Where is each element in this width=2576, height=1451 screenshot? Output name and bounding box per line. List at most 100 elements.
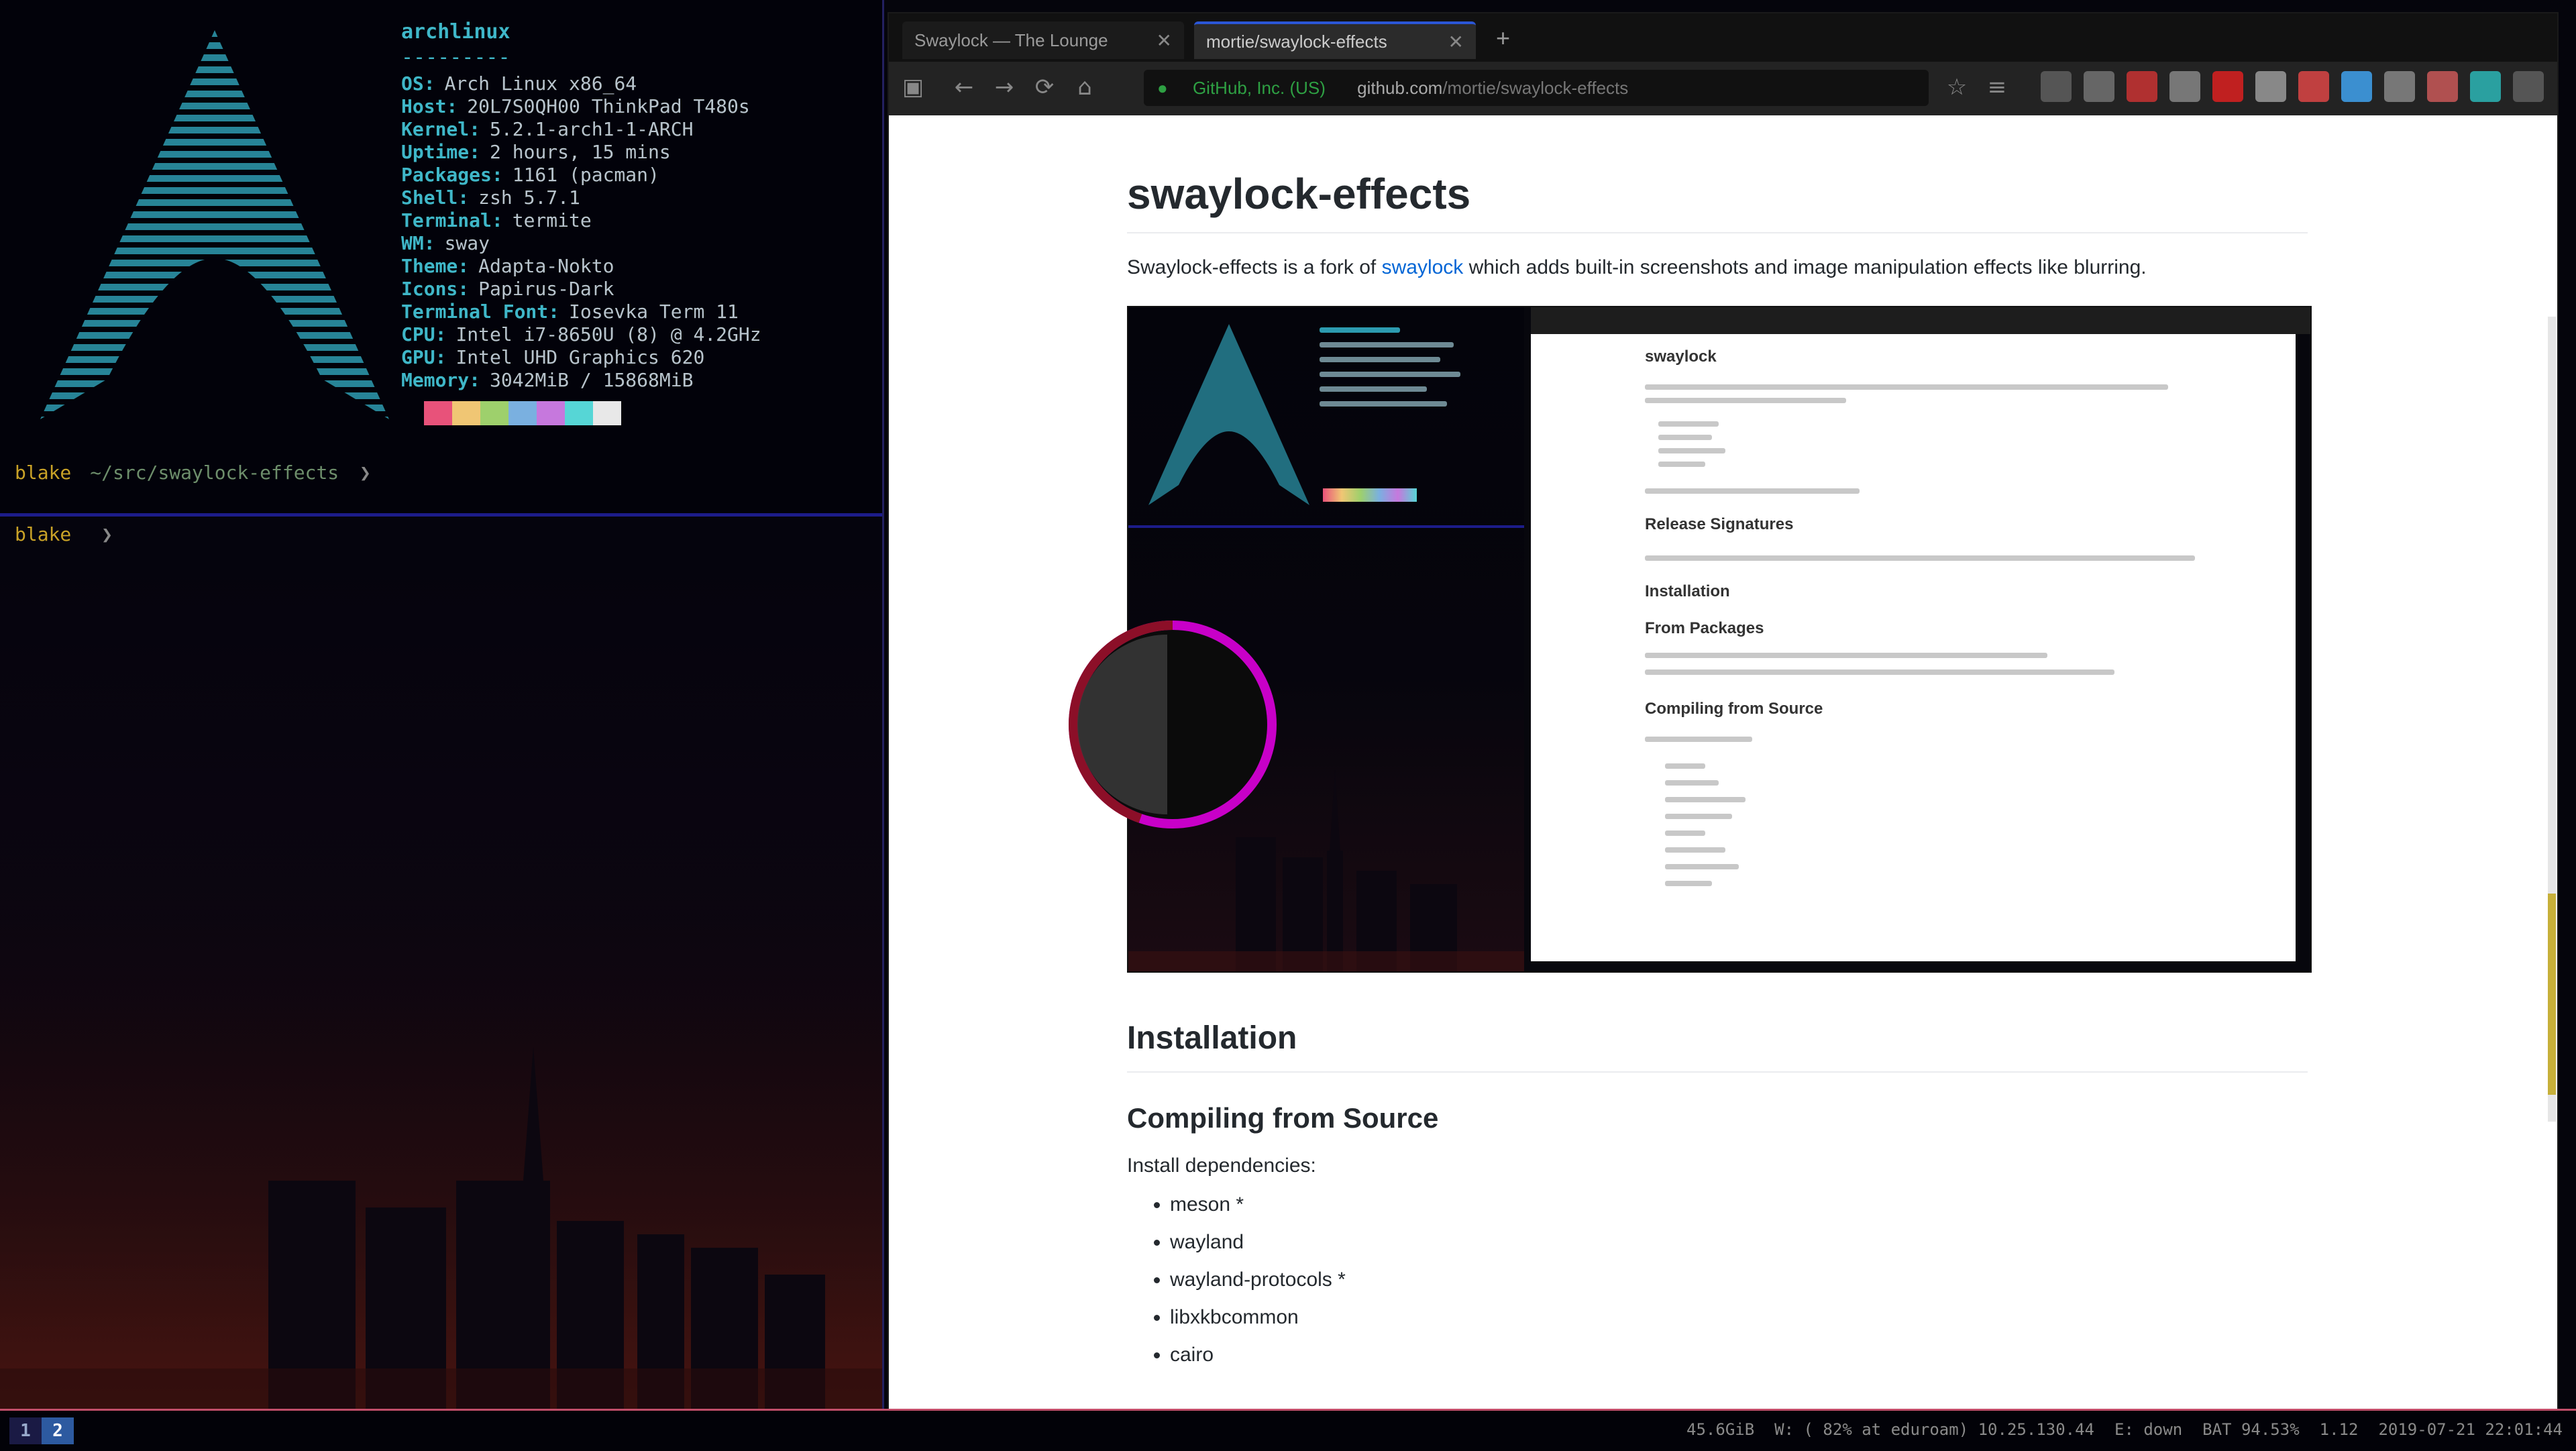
extension-icon[interactable] — [2255, 71, 2286, 102]
scrollbar-thumb[interactable] — [2548, 894, 2556, 1095]
back-arrow-icon[interactable]: ← — [949, 72, 979, 102]
intro-paragraph: Swaylock-effects is a fork of swaylock w… — [1127, 256, 2308, 279]
section-heading-compiling: Compiling from Source — [1127, 1102, 1439, 1134]
extension-icon[interactable] — [2212, 71, 2243, 102]
bookmark-star-icon[interactable]: ☆ — [1942, 72, 1972, 102]
extension-icon[interactable] — [2127, 71, 2157, 102]
tab-swaylock-the-lounge[interactable]: Swaylock — The Lounge ✕ — [902, 21, 1184, 59]
extension-icon[interactable] — [2470, 71, 2501, 102]
palette-swatch — [424, 401, 452, 425]
arch-linux-logo-icon — [40, 30, 389, 419]
reader-view-icon[interactable]: ≡ — [1982, 72, 2012, 102]
extension-icon[interactable] — [2341, 71, 2372, 102]
neofetch-info-line: Terminal: termite — [401, 209, 592, 231]
extension-icon[interactable] — [2298, 71, 2329, 102]
tab-title: mortie/swaylock-effects — [1206, 31, 1387, 52]
forward-arrow-icon[interactable]: → — [989, 72, 1019, 102]
terminal-prompt-line[interactable]: blake ❯ — [15, 523, 113, 545]
screenshot-palette — [1323, 488, 1417, 502]
url-domain: github.com — [1357, 78, 1443, 98]
neofetch-value: 1161 (pacman) — [512, 164, 659, 186]
city-skyline-wallpaper — [0, 805, 882, 1409]
neofetch-info-line: Packages: 1161 (pacman) — [401, 164, 659, 186]
terminal-window[interactable]: archlinux --------- OS: Arch Linux x86_64… — [0, 0, 884, 1409]
neofetch-value: zsh 5.7.1 — [478, 186, 580, 209]
neofetch-separator: --------- — [401, 46, 511, 69]
palette-swatch — [480, 401, 508, 425]
workspace-button[interactable]: 2 — [42, 1417, 74, 1444]
extension-icon[interactable] — [2384, 71, 2415, 102]
neofetch-hostname: archlinux — [401, 20, 511, 44]
extension-icon[interactable] — [2169, 71, 2200, 102]
neofetch-info-line: Theme: Adapta-Nokto — [401, 255, 614, 277]
workspace-switcher: 12 — [9, 1417, 74, 1444]
neofetch-info-line: Terminal Font: Iosevka Term 11 — [401, 301, 739, 323]
screenshot-heading: From Packages — [1645, 619, 1764, 637]
neofetch-key: CPU: — [401, 323, 447, 345]
neofetch-key: Terminal: — [401, 209, 503, 231]
intro-text: which adds built-in screenshots and imag… — [1463, 256, 2147, 278]
neofetch-value: Intel i7-8650U (8) @ 4.2GHz — [455, 323, 761, 345]
dependency-item: libxkbcommon — [1170, 1306, 2308, 1329]
dependency-item: wayland-protocols * — [1170, 1269, 2308, 1291]
prompt-path: ~/src/swaylock-effects — [90, 462, 339, 484]
neofetch-key: Terminal Font: — [401, 301, 560, 323]
neofetch-value: 3042MiB / 15868MiB — [490, 369, 694, 391]
extension-icon[interactable] — [2513, 71, 2544, 102]
neofetch-info-line: Uptime: 2 hours, 15 mins — [401, 141, 671, 163]
neofetch-key: WM: — [401, 232, 435, 254]
neofetch-key: Shell: — [401, 186, 470, 209]
extension-icon[interactable] — [2427, 71, 2458, 102]
neofetch-value: Arch Linux x86_64 — [444, 72, 637, 95]
neofetch-info-line: OS: Arch Linux x86_64 — [401, 72, 637, 95]
terminal-prompt-line: blake ~/src/swaylock-effects ❯ — [15, 462, 371, 484]
screenshot-heading: Installation — [1645, 582, 1730, 600]
neofetch-key: Packages: — [401, 164, 503, 186]
neofetch-key: OS: — [401, 72, 435, 95]
screenshot-heading: swaylock — [1645, 347, 1717, 366]
neofetch-info-line: WM: sway — [401, 232, 490, 254]
neofetch-value: 2 hours, 15 mins — [490, 141, 671, 163]
neofetch-info-line: CPU: Intel i7-8650U (8) @ 4.2GHz — [401, 323, 761, 345]
neofetch-info-line: Kernel: 5.2.1-arch1-1-ARCH — [401, 118, 693, 140]
neofetch-key: Theme: — [401, 255, 470, 277]
tab-bar: Swaylock — The Lounge ✕ mortie/swaylock-… — [889, 13, 2557, 62]
neofetch-info-line: Host: 20L7S0QH00 ThinkPad T480s — [401, 95, 750, 117]
palette-swatch — [537, 401, 565, 425]
swaylock-indicator-ring — [1069, 621, 1277, 828]
neofetch-key: Uptime: — [401, 141, 481, 163]
prompt-user: blake — [15, 523, 72, 545]
swaylock-link[interactable]: swaylock — [1382, 256, 1464, 278]
dependency-item: meson * — [1170, 1193, 2308, 1216]
new-tab-button[interactable]: + — [1496, 24, 1510, 52]
status-block: 2019-07-21 22:01:44 — [2378, 1420, 2563, 1439]
close-tab-icon[interactable]: ✕ — [1448, 31, 1464, 53]
tab-title: Swaylock — The Lounge — [914, 30, 1108, 50]
neofetch-value: Intel UHD Graphics 620 — [455, 346, 705, 368]
sidebar-toggle-icon[interactable]: ▣ — [898, 72, 928, 102]
extension-icon[interactable] — [2084, 71, 2114, 102]
neofetch-key: GPU: — [401, 346, 447, 368]
neofetch-color-palette — [424, 401, 621, 425]
page-scrollbar[interactable] — [2548, 317, 2556, 1122]
reload-icon[interactable]: ⟳ — [1030, 72, 1059, 102]
workspace-button[interactable]: 1 — [9, 1417, 42, 1444]
neofetch-key: Host: — [401, 95, 458, 117]
palette-swatch — [452, 401, 480, 425]
extension-icon[interactable] — [2041, 71, 2072, 102]
tab-swaylock-effects[interactable]: mortie/swaylock-effects ✕ — [1194, 21, 1476, 59]
neofetch-value: Adapta-Nokto — [478, 255, 614, 277]
address-bar[interactable]: ● GitHub, Inc. (US) github.com/mortie/sw… — [1144, 70, 1929, 106]
home-icon[interactable]: ⌂ — [1070, 72, 1099, 102]
lock-icon: ● — [1157, 78, 1168, 98]
neofetch-value: Iosevka Term 11 — [569, 301, 739, 323]
site-identity-label: GitHub, Inc. (US) — [1192, 78, 1326, 98]
close-tab-icon[interactable]: ✕ — [1157, 30, 1172, 52]
palette-swatch — [508, 401, 537, 425]
neofetch-value: 20L7S0QH00 ThinkPad T480s — [467, 95, 750, 117]
dependency-list: meson * wayland wayland-protocols * libxkbc… — [1127, 1193, 2308, 1366]
dependencies-intro: Install dependencies: — [1127, 1154, 1316, 1177]
prompt-symbol: ❯ — [101, 523, 113, 545]
terminal-neofetch-pane[interactable]: archlinux --------- OS: Arch Linux x86_64… — [0, 0, 882, 517]
status-block: BAT 94.53% — [2202, 1420, 2300, 1439]
